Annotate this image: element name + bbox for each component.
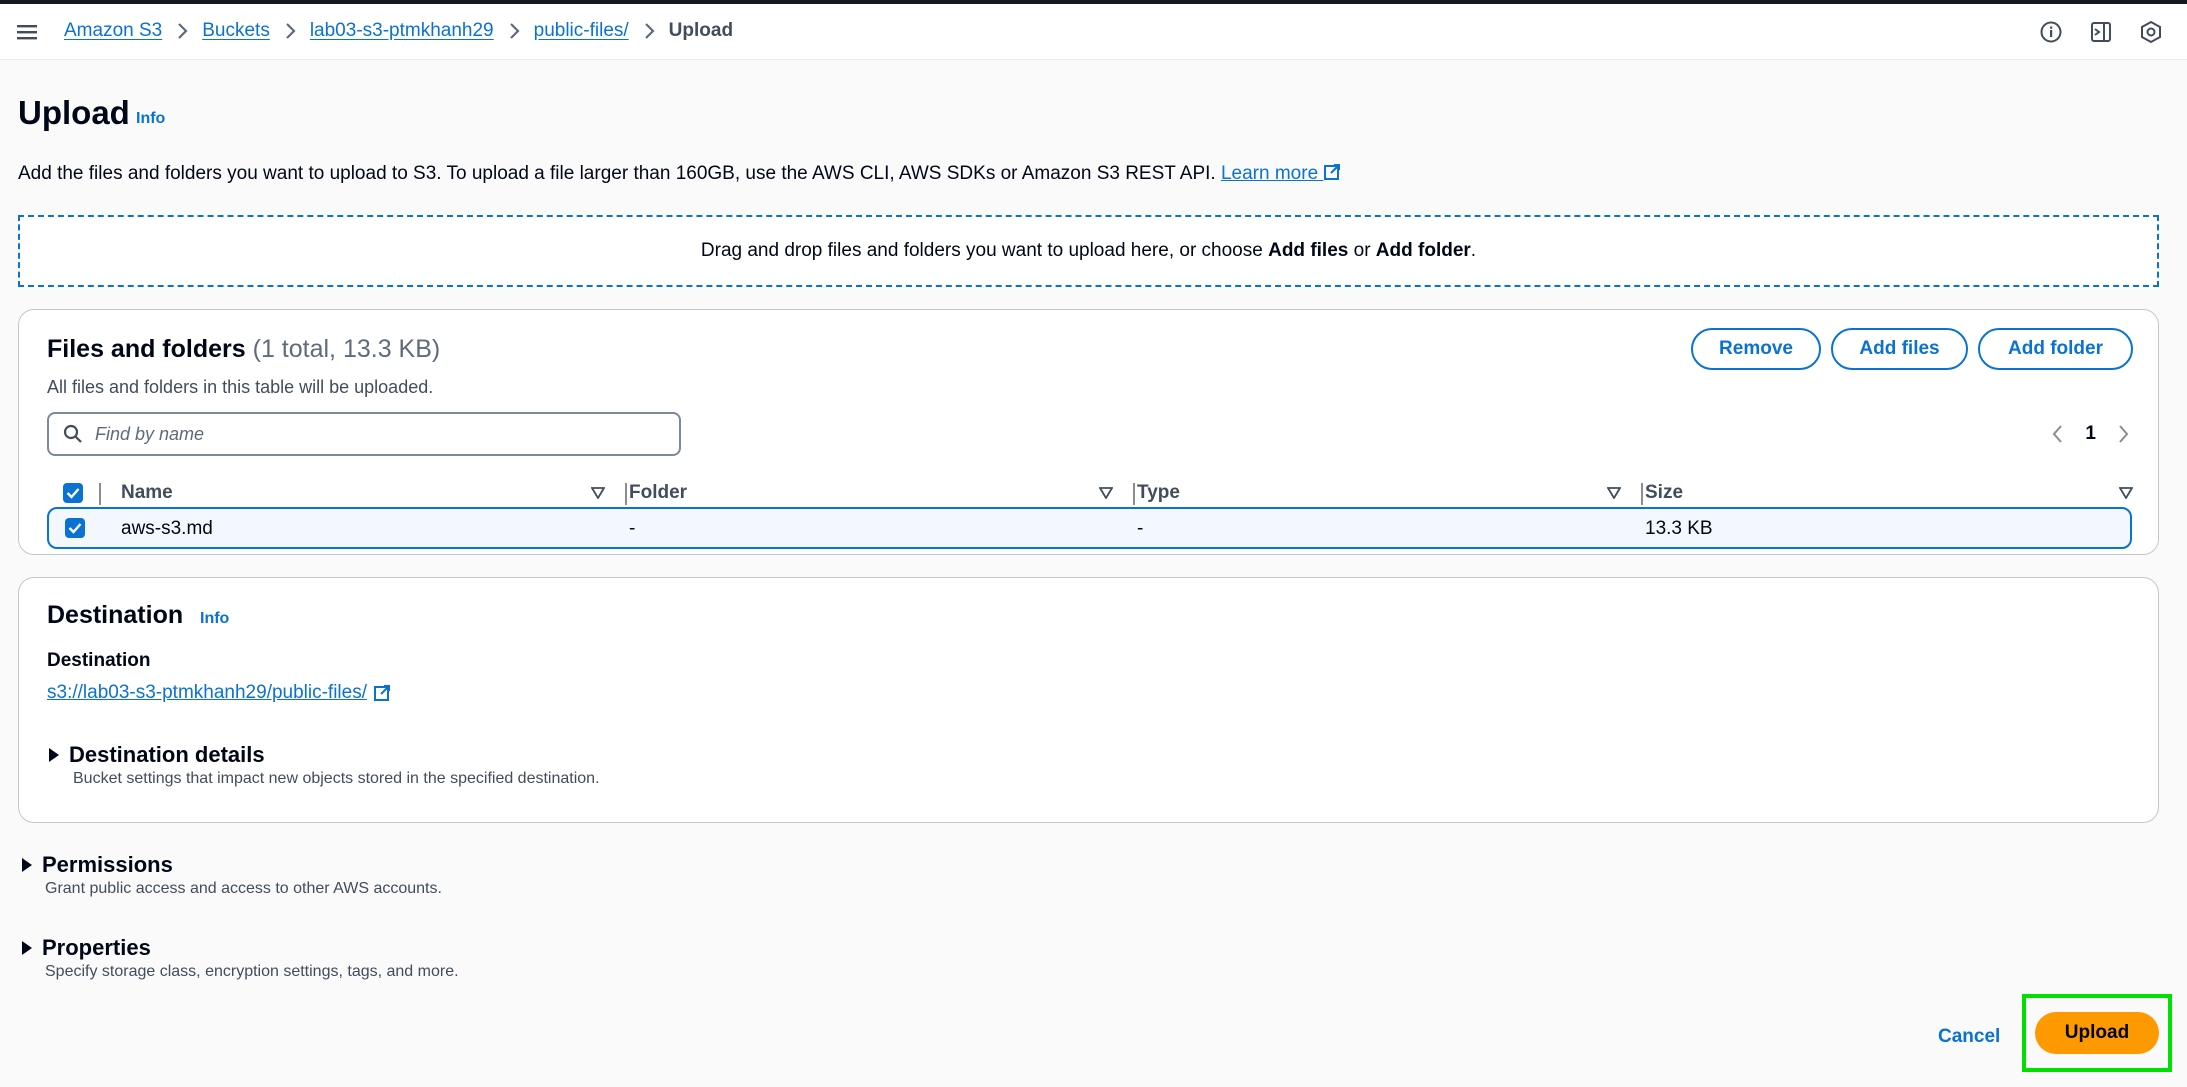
destination-label: Destination (47, 650, 151, 671)
files-subtitle: All files and folders in this table will… (47, 377, 434, 397)
breadcrumb-bucket[interactable]: lab03-s3-ptmkhanh29 (310, 20, 494, 42)
column-divider (99, 483, 101, 505)
chevron-right-icon (629, 22, 669, 40)
add-folder-button[interactable]: Add folder (1978, 328, 2133, 370)
add-files-button[interactable]: Add files (1831, 328, 1968, 370)
destination-details-desc: Bucket settings that impact new objects … (73, 770, 600, 787)
checkmark-icon (66, 488, 80, 499)
external-link-icon (374, 685, 391, 701)
search-box (47, 412, 681, 456)
permissions-title: Permissions (42, 852, 173, 877)
table-row[interactable]: aws-s3.md - - 13.3 KB (47, 507, 2132, 549)
files-panel-title: Files and folders (1 total, 13.3 KB) (47, 335, 440, 364)
chevron-left-icon[interactable] (2051, 424, 2063, 444)
dropzone-text-prefix: Drag and drop files and folders you want… (700, 240, 1269, 261)
files-count: (1 total, 13.3 KB) (252, 335, 441, 363)
page-description: Add the files and folders you want to up… (18, 163, 1341, 185)
page-title: Upload (18, 94, 130, 131)
top-icons (2039, 20, 2163, 44)
permissions-desc: Grant public access and access to other … (45, 880, 442, 897)
dropzone-period: . (1470, 240, 1477, 261)
page-number[interactable]: 1 (2085, 423, 2096, 445)
chevron-right-icon[interactable] (2118, 424, 2130, 444)
cell-type: - (1137, 518, 1144, 539)
destination-info-link[interactable]: Info (200, 610, 229, 628)
destination-details-toggle[interactable]: Destination details (49, 742, 265, 768)
split-panel-icon[interactable] (2089, 20, 2113, 44)
upload-button[interactable]: Upload (2035, 1012, 2159, 1054)
breadcrumb: Amazon S3 Buckets lab03-s3-ptmkhanh29 pu… (64, 20, 733, 42)
sort-icon[interactable] (1099, 487, 1113, 499)
chevron-right-icon (270, 22, 310, 40)
files-title-text: Files and folders (47, 335, 246, 363)
properties-toggle[interactable]: Properties (22, 935, 151, 961)
page-description-text: Add the files and folders you want to up… (18, 163, 1216, 184)
top-navigation-bar: Amazon S3 Buckets lab03-s3-ptmkhanh29 pu… (0, 4, 2187, 60)
pagination: 1 (2051, 423, 2130, 445)
select-all-checkbox[interactable] (63, 483, 83, 503)
chevron-right-icon (494, 22, 534, 40)
chevron-right-icon (162, 22, 202, 40)
caret-right-icon (22, 858, 32, 872)
checkmark-icon (68, 523, 82, 534)
info-circle-icon[interactable] (2039, 20, 2063, 44)
breadcrumb-amazon-s3[interactable]: Amazon S3 (64, 20, 162, 42)
page-info-link[interactable]: Info (136, 110, 165, 128)
cancel-button[interactable]: Cancel (1938, 1026, 2000, 1048)
breadcrumb-current: Upload (668, 20, 734, 41)
caret-right-icon (49, 748, 59, 762)
files-and-folders-panel: Files and folders (1 total, 13.3 KB) All… (18, 309, 2159, 555)
column-divider (1133, 483, 1135, 505)
upload-button-highlight: Upload (2022, 994, 2172, 1072)
sort-icon[interactable] (2119, 487, 2133, 499)
sort-icon[interactable] (1607, 487, 1621, 499)
row-checkbox[interactable] (65, 518, 85, 538)
dropzone-add-folder: Add folder (1375, 240, 1471, 261)
column-divider (1641, 483, 1643, 505)
cell-folder: - (629, 518, 636, 539)
breadcrumb-buckets[interactable]: Buckets (202, 20, 270, 42)
caret-right-icon (22, 941, 32, 955)
upload-dropzone[interactable]: Drag and drop files and folders you want… (18, 215, 2159, 287)
dropzone-or: or (1348, 240, 1376, 261)
dropzone-text: Drag and drop files and folders you want… (701, 240, 1476, 262)
remove-button[interactable]: Remove (1691, 328, 1821, 370)
properties-desc: Specify storage class, encryption settin… (45, 963, 459, 980)
destination-link-text: s3://lab03-s3-ptmkhanh29/public-files/ (47, 682, 368, 703)
destination-details-title: Destination details (69, 742, 265, 767)
search-icon (63, 424, 82, 443)
dropzone-add-files: Add files (1268, 240, 1349, 261)
learn-more-link[interactable]: Learn more (1221, 163, 1341, 184)
learn-more-label: Learn more (1220, 163, 1319, 184)
column-divider (625, 483, 627, 505)
destination-panel: Destination Info Destination s3://lab03-… (18, 577, 2159, 823)
destination-title: Destination (47, 601, 184, 629)
permissions-toggle[interactable]: Permissions (22, 852, 173, 878)
cell-name: aws-s3.md (121, 518, 213, 539)
destination-link[interactable]: s3://lab03-s3-ptmkhanh29/public-files/ (47, 682, 391, 704)
search-input[interactable] (95, 423, 635, 445)
menu-icon[interactable] (16, 21, 38, 43)
external-link-icon (1324, 164, 1341, 180)
settings-hexagon-icon[interactable] (2139, 20, 2163, 44)
cell-size: 13.3 KB (1645, 518, 1713, 539)
sort-icon[interactable] (591, 487, 605, 499)
breadcrumb-folder[interactable]: public-files/ (534, 20, 629, 42)
properties-title: Properties (42, 935, 151, 960)
